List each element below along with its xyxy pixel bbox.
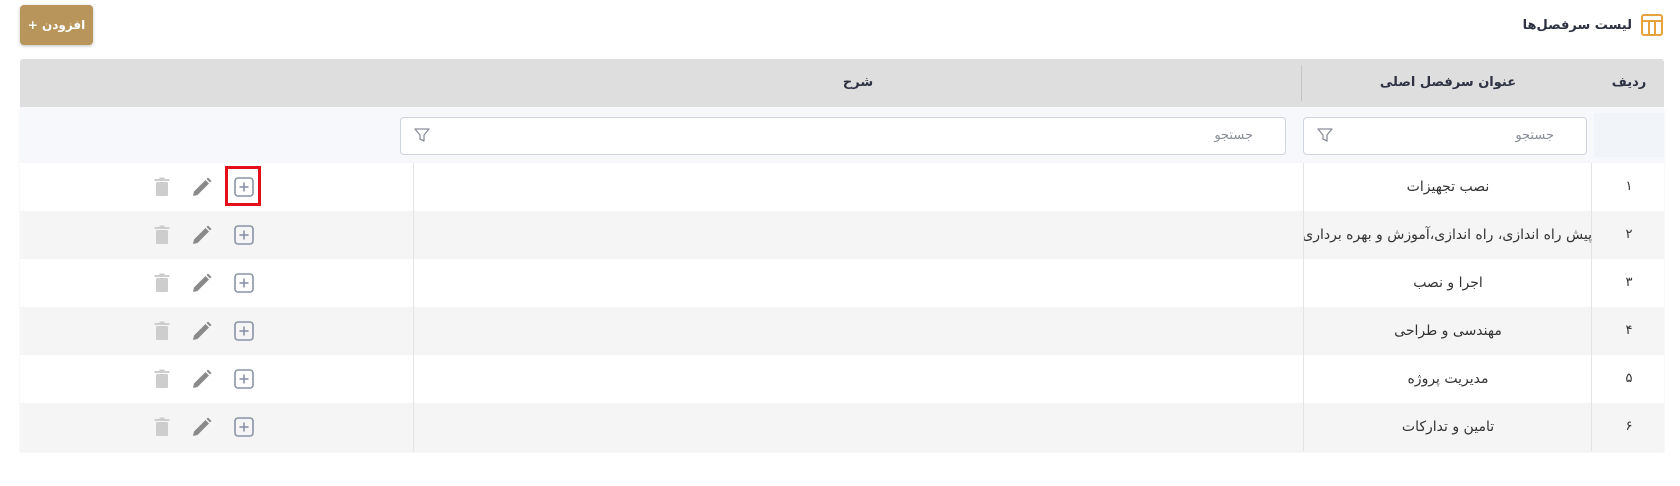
- row-description: [414, 163, 1302, 211]
- description-filter: [400, 117, 1286, 155]
- pencil-icon[interactable]: [190, 319, 214, 343]
- page-header: لیست سرفصل‌ها: [1523, 13, 1664, 37]
- row-description: [414, 211, 1302, 259]
- column-header-description[interactable]: شرح: [414, 59, 1302, 107]
- cell-divider: [1303, 211, 1304, 259]
- column-header-main-title[interactable]: عنوان سرفصل اصلی: [1304, 59, 1592, 107]
- table-header-row: ردیف عنوان سرفصل اصلی شرح: [20, 59, 1664, 107]
- plus-square-icon[interactable]: [232, 175, 256, 199]
- row-main-title: نصب تجهیزات: [1406, 179, 1490, 195]
- row-description: [414, 355, 1302, 403]
- pencil-icon[interactable]: [190, 271, 214, 295]
- cell-divider: [1303, 259, 1304, 307]
- column-header-row-number[interactable]: ردیف: [1594, 59, 1664, 107]
- filter-row: [20, 107, 1664, 163]
- plus-square-icon[interactable]: [232, 271, 256, 295]
- row-description: [414, 307, 1302, 355]
- cell-divider: [413, 403, 414, 451]
- cell-divider: [413, 259, 414, 307]
- cell-divider: [1303, 307, 1304, 355]
- table-row[interactable]: ۱ نصب تجهیزات: [20, 163, 1664, 211]
- row-main-title: اجرا و نصب: [1413, 275, 1483, 291]
- filter-icon[interactable]: [1316, 126, 1334, 144]
- row-main-title: مهندسی و طراحی: [1394, 323, 1502, 339]
- row-number-filter-cell: [1594, 113, 1664, 157]
- row-actions: [150, 271, 270, 295]
- filter-icon[interactable]: [413, 126, 431, 144]
- plus-square-icon[interactable]: [232, 319, 256, 343]
- trash-icon[interactable]: [150, 271, 174, 295]
- description-search-input[interactable]: [720, 127, 1255, 144]
- row-number: ۳: [1625, 275, 1633, 290]
- table-row[interactable]: ۶ تامین و تدارکات: [20, 403, 1664, 451]
- row-description: [414, 259, 1302, 307]
- table-icon: [1641, 14, 1663, 36]
- cell-divider: [413, 355, 414, 403]
- main-title-search-input[interactable]: [1382, 127, 1556, 144]
- row-number: ۱: [1625, 179, 1633, 194]
- pencil-icon[interactable]: [190, 367, 214, 391]
- cell-divider: [1303, 163, 1304, 211]
- plus-square-icon[interactable]: [232, 223, 256, 247]
- row-actions: [150, 415, 270, 439]
- row-number: ۵: [1625, 371, 1633, 386]
- page-title: لیست سرفصل‌ها: [1522, 17, 1632, 33]
- cell-divider: [1303, 355, 1304, 403]
- table-row[interactable]: ۳ اجرا و نصب: [20, 259, 1664, 307]
- cell-divider: [413, 163, 414, 211]
- table-row[interactable]: ۴ مهندسی و طراحی: [20, 307, 1664, 355]
- cell-divider: [1303, 403, 1304, 451]
- row-actions: [150, 319, 270, 343]
- trash-icon[interactable]: [150, 367, 174, 391]
- table-row[interactable]: ۵ مدیریت پروژه: [20, 355, 1664, 403]
- trash-icon[interactable]: [150, 175, 174, 199]
- row-description: [414, 403, 1302, 451]
- data-grid: ردیف عنوان سرفصل اصلی شرح ۱ نصب تجهیزات: [20, 59, 1664, 483]
- trash-icon[interactable]: [150, 415, 174, 439]
- plus-square-icon[interactable]: [232, 367, 256, 391]
- row-actions: [150, 223, 270, 247]
- row-main-title: تامین و تدارکات: [1401, 419, 1495, 435]
- row-main-title: پیش راه اندازی، راه اندازی،آموزش و بهره …: [1304, 227, 1592, 243]
- main-title-filter: [1303, 117, 1587, 155]
- trash-icon[interactable]: [150, 319, 174, 343]
- table-row[interactable]: ۲ پیش راه اندازی، راه اندازی،آموزش و بهر…: [20, 211, 1664, 259]
- row-actions: [150, 166, 270, 206]
- row-main-title: مدیریت پروژه: [1407, 371, 1489, 387]
- row-number: ۴: [1625, 323, 1633, 338]
- trash-icon[interactable]: [150, 223, 174, 247]
- cell-divider: [413, 211, 414, 259]
- row-number: ۲: [1625, 227, 1633, 242]
- plus-square-icon[interactable]: [232, 415, 256, 439]
- pencil-icon[interactable]: [190, 223, 214, 247]
- row-actions: [150, 367, 270, 391]
- pencil-icon[interactable]: [190, 415, 214, 439]
- pencil-icon[interactable]: [190, 175, 214, 199]
- cell-divider: [413, 307, 414, 355]
- top-bar: + افزودن لیست سرفصل‌ها: [0, 0, 1680, 56]
- add-button[interactable]: + افزودن: [20, 5, 93, 45]
- row-number: ۶: [1625, 419, 1633, 434]
